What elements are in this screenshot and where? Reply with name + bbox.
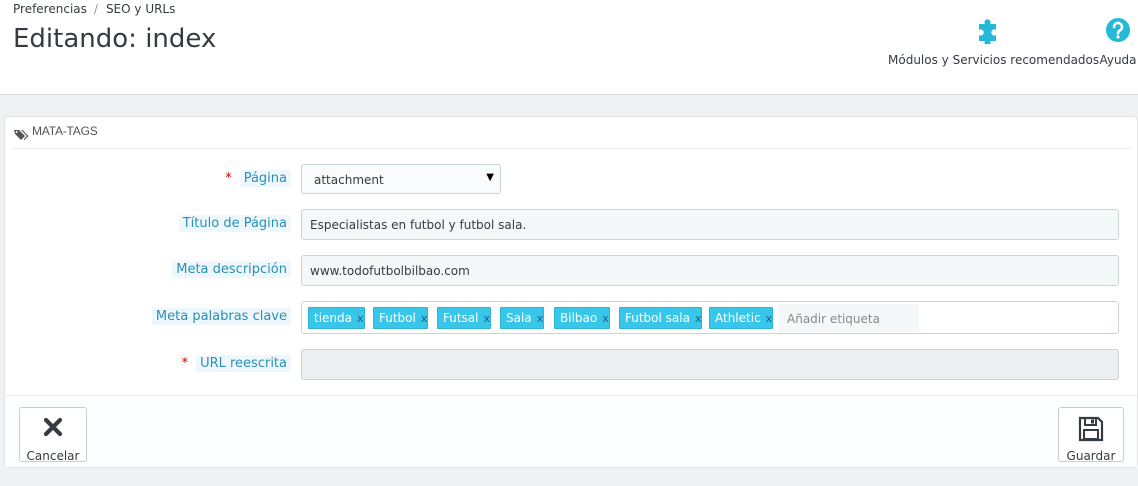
remove-tag-icon[interactable]: x [695,312,702,325]
keyword-tag: Futbol x [373,307,429,329]
tag-label: Athletic [715,311,761,325]
url-row: * URL reescrita [5,349,1138,380]
recommended-modules-button[interactable]: Módulos y Servicios recomendados [888,16,1100,67]
recommended-modules-label: Módulos y Servicios recomendados [888,53,1100,67]
tag-label: Bilbao [560,311,598,325]
caret-down-icon: ▼ [486,172,494,183]
panel-footer: Cancelar Guardar [5,395,1137,467]
remove-tag-icon[interactable]: x [484,312,491,325]
save-button[interactable]: Guardar [1058,407,1124,463]
title-label: Título de Página [178,215,291,232]
page-header: Preferencias / SEO y URLs Editando: index … [0,0,1138,95]
keyword-tag: Futbol sala x [619,307,703,329]
required-mark: * [181,356,189,371]
cancel-button[interactable]: Cancelar [19,407,87,463]
description-row: Meta descripción www.todofutbolbilbao.co… [5,255,1138,286]
remove-tag-icon[interactable]: x [357,312,364,325]
keywords-label: Meta palabras clave [151,308,291,325]
keyword-tag: Bilbao x [554,307,610,329]
keyword-tag: Futsal x [437,307,492,329]
keyword-tag: tienda x [308,307,365,329]
page-select[interactable]: attachment ▼ [301,164,501,194]
url-label-text: URL reescrita [196,355,291,372]
keywords-label-text: Meta palabras clave [151,308,291,325]
description-label: Meta descripción [172,261,291,278]
description-label-text: Meta descripción [172,261,291,278]
add-tag-input[interactable]: Añadir etiqueta [779,304,919,332]
cancel-label: Cancelar [26,449,80,463]
keyword-tag: Sala x [500,307,545,329]
remove-tag-icon[interactable]: x [421,312,428,325]
help-button[interactable]: Ayuda [1096,16,1138,67]
tags-icon [14,126,29,145]
breadcrumb: Preferencias / SEO y URLs [13,2,175,16]
keywords-tag-input[interactable]: tienda x Futbol x Futsal x Sala x Bilbao x Fu… [301,301,1119,334]
close-icon [20,416,86,444]
page-title-input[interactable]: Especialistas en futbol y futbol sala. [301,209,1119,240]
remove-tag-icon[interactable]: x [537,312,544,325]
url-label: * URL reescrita [181,355,291,372]
help-label: Ayuda [1099,53,1137,67]
breadcrumb-parent[interactable]: Preferencias [13,2,87,16]
remove-tag-icon[interactable]: x [602,312,609,325]
rewritten-url-input[interactable] [301,349,1119,380]
tag-label: Sala [506,311,532,325]
tag-label: Futsal [443,311,479,325]
tag-label: Futbol [379,311,416,325]
page-label: * Página [225,170,291,187]
meta-description-input[interactable]: www.todofutbolbilbao.com [301,255,1119,286]
remove-tag-icon[interactable]: x [766,312,773,325]
save-label: Guardar [1066,449,1116,463]
panel-heading: MATA-TAGS [11,117,1131,149]
page-title: Editando: index [13,24,217,54]
tag-label: tienda [314,311,352,325]
floppy-disk-icon [1059,416,1123,444]
question-circle-icon [1096,16,1138,48]
page-select-value: attachment [314,173,384,187]
breadcrumb-separator: / [93,2,98,16]
title-row: Título de Página Especialistas en futbol… [5,209,1138,240]
panel-title: MATA-TAGS [32,124,98,138]
keyword-tag: Athletic x [709,307,774,329]
title-label-text: Título de Página [178,215,291,232]
tag-label: Futbol sala [625,311,690,325]
breadcrumb-current[interactable]: SEO y URLs [106,2,175,16]
puzzle-icon [888,16,1088,48]
page-label-text: Página [239,170,291,187]
required-mark: * [225,171,232,186]
keywords-row: Meta palabras clave tienda x Futbol x Futs… [5,301,1138,334]
meta-tags-panel: MATA-TAGS * Página attachment ▼ Título de… [4,116,1138,468]
page-row: * Página attachment ▼ [5,164,1138,195]
